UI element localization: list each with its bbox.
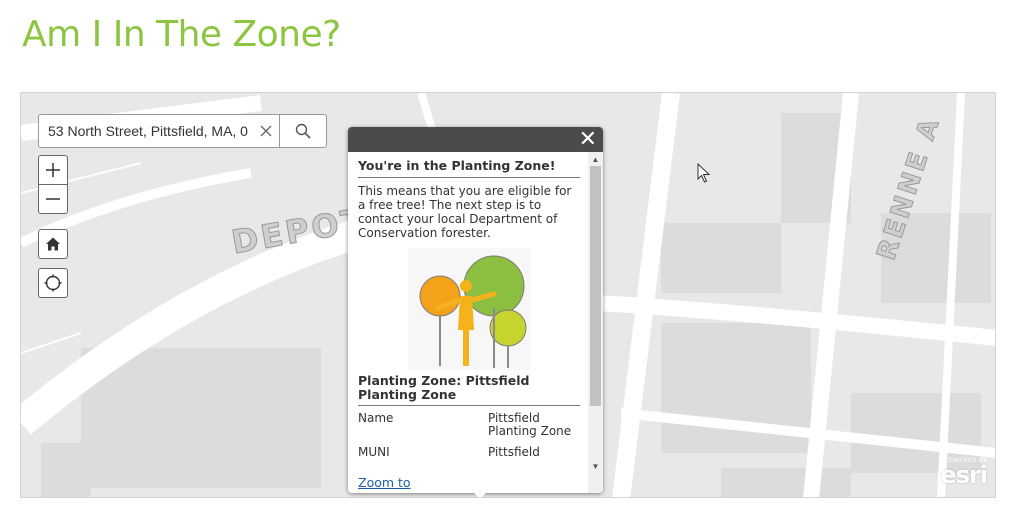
attribute-table: Name Pittsfield Planting Zone MUNI Pitts…: [358, 412, 580, 467]
plus-icon: [46, 163, 60, 177]
search-box: [38, 114, 327, 148]
page-title: Am I In The Zone?: [22, 14, 341, 55]
home-button[interactable]: [38, 229, 68, 259]
zoom-out-button[interactable]: [38, 184, 68, 214]
scroll-up-arrow[interactable]: ▲: [588, 152, 603, 166]
popup-description: This means that you are eligible for a f…: [358, 184, 572, 240]
popup-header: ✕: [348, 127, 603, 152]
map-view[interactable]: DEPOT RENNE A ✕ You're in the Planting Z…: [20, 92, 996, 498]
popup-heading: You're in the Planting Zone!: [358, 158, 580, 178]
attribute-value: Pittsfield: [488, 445, 540, 459]
search-input[interactable]: [39, 114, 253, 148]
zoom-to-link[interactable]: Zoom to: [358, 475, 411, 490]
search-button[interactable]: [279, 115, 326, 147]
esri-logo: POWERED BY esri: [927, 457, 988, 489]
info-popup: ✕ You're in the Planting Zone! This mean…: [348, 127, 603, 493]
popup-content: You're in the Planting Zone! This means …: [348, 152, 588, 493]
minus-icon: [46, 198, 60, 200]
locate-icon: [44, 274, 62, 292]
scroll-thumb[interactable]: [590, 166, 601, 406]
popup-pointer: [473, 492, 487, 497]
popup-close-button[interactable]: ✕: [579, 128, 597, 152]
popup-subtitle: Planting Zone: Pittsfield Planting Zone: [358, 374, 580, 406]
attribute-value: Pittsfield Planting Zone: [488, 411, 572, 438]
esri-wordmark: esri: [940, 461, 988, 489]
scroll-down-arrow[interactable]: ▼: [588, 459, 603, 473]
close-icon: [260, 125, 272, 137]
table-row: Name Pittsfield Planting Zone: [358, 412, 580, 446]
home-icon: [46, 237, 60, 251]
locate-button[interactable]: [38, 268, 68, 298]
search-icon: [295, 123, 311, 139]
zoom-in-button[interactable]: [38, 155, 68, 185]
clear-search-button[interactable]: [253, 115, 279, 147]
tree-planting-icon: [408, 248, 530, 370]
popup-scrollbar[interactable]: ▲ ▼: [588, 152, 603, 493]
attribute-key: MUNI: [358, 445, 390, 459]
mouse-cursor-icon: [697, 163, 711, 183]
attribute-key: Name: [358, 411, 394, 425]
table-row: MUNI Pittsfield: [358, 446, 580, 467]
